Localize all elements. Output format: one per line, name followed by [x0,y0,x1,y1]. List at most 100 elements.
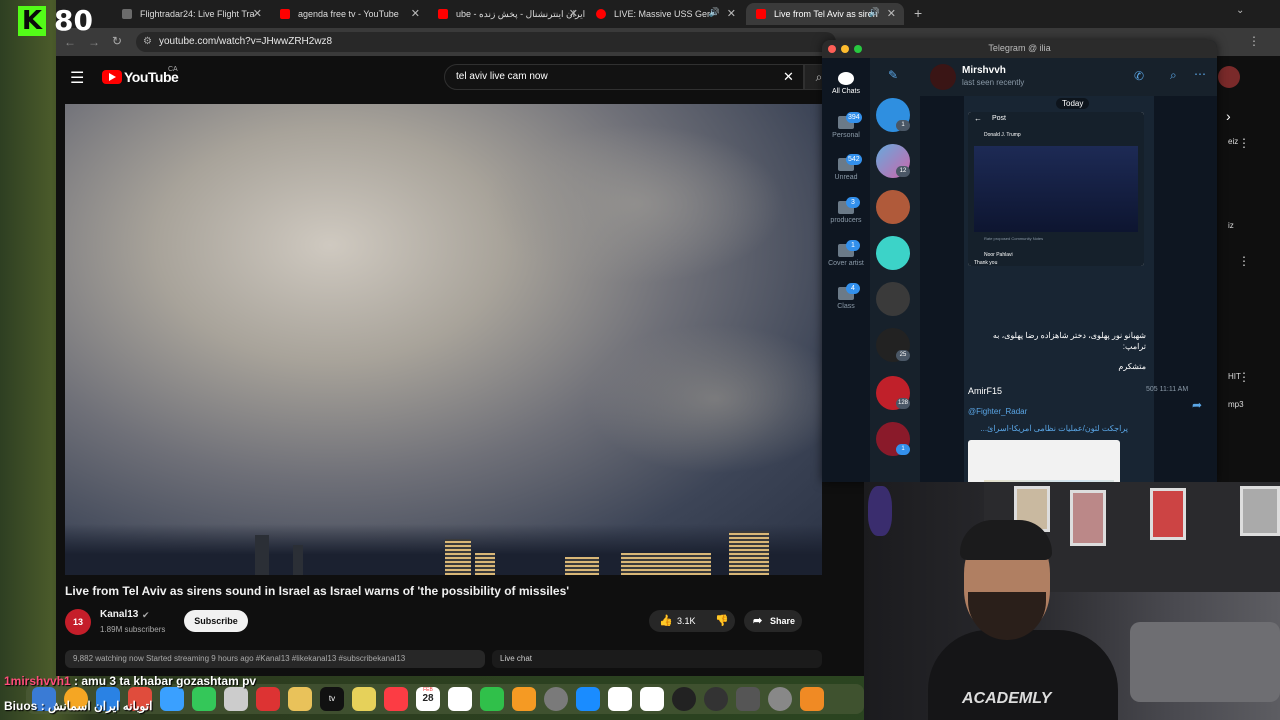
url-text: youtube.com/watch?v=JHwwZRH2wz8 [159,36,333,47]
unread-badge: 1 [896,444,910,455]
folder-unread[interactable]: 542 Unread [822,154,870,181]
share-label: Share [770,616,796,626]
more-vert-icon[interactable]: ⋮ [1238,370,1250,384]
chat-text: : amu 3 ta khabar gozashtam pv [74,674,257,688]
video-player[interactable] [65,104,822,575]
tab-label: agenda free tv - YouTube [298,9,399,19]
facetime-icon[interactable] [192,687,216,711]
wall-poster [1070,490,1106,546]
live-chat-header[interactable]: Live chat [492,650,822,668]
contacts-icon[interactable] [224,687,248,711]
speaker-icon[interactable]: 🔊 [869,7,880,18]
hexagon-app-icon[interactable] [736,687,760,711]
unread-badge: 12 [896,166,910,177]
garageband-icon[interactable] [800,687,824,711]
chat-message: Biuos : اتوبانه ایران اسمانش [4,699,152,713]
chat-message: 1mirshvvh1 : amu 3 ta khabar gozashtam p… [4,674,256,688]
speaker-icon[interactable]: 🔊 [709,7,720,18]
tweet-reply-text: Thank you [974,260,998,266]
message-link[interactable]: پراجکت لئون/عملیات نظامی آمریکا-اسرائ... [968,424,1128,433]
phone-icon[interactable]: ✆ [1134,69,1144,83]
search-icon[interactable]: ⌕ [1170,68,1177,83]
folder-all-chats[interactable]: All Chats [822,72,870,95]
youtube-icon [756,9,766,19]
folder-class[interactable]: 4 Class [822,283,870,310]
chevron-down-icon[interactable]: ⌄ [1236,5,1244,16]
numbers-icon[interactable] [480,687,504,711]
tab-tel-aviv[interactable]: Live from Tel Aviv as siren 🔊 ✕ [746,3,904,25]
more-vert-icon[interactable]: ⋮ [1248,34,1260,48]
subscribe-button[interactable]: Subscribe [184,610,248,632]
obs-icon[interactable] [768,687,792,711]
building [565,557,599,575]
peer-name[interactable]: Mirshvvh [962,65,1006,76]
tab-iran-international[interactable]: ube - ایران اینترنشنال - پخش زنده ✕ [428,3,586,25]
app-store-icon[interactable] [576,687,600,711]
tab-agenda[interactable]: agenda free tv - YouTube ✕ [270,3,428,25]
thumbs-up-icon[interactable]: 👍 [659,614,673,627]
forward-icon[interactable]: ➦ [1192,398,1202,412]
folder-personal[interactable]: 394 Personal [822,112,870,139]
kick-logo-icon: K [18,6,46,36]
new-tab-button[interactable]: + [914,5,922,21]
maps-icon[interactable] [256,687,280,711]
more-vert-icon[interactable]: ⋮ [1238,254,1250,268]
forward-icon[interactable]: → [88,35,100,49]
thumbs-down-icon[interactable]: 👎 [715,614,729,627]
notion-icon[interactable] [608,687,632,711]
chevron-right-icon[interactable]: › [1226,108,1231,124]
close-icon[interactable]: ✕ [569,7,578,20]
share-button[interactable]: ➦ Share [744,610,802,632]
notes-icon[interactable] [288,687,312,711]
reload-icon[interactable]: ↻ [112,34,122,48]
chat-avatar[interactable] [876,236,910,270]
stickies-icon[interactable] [352,687,376,711]
user-avatar[interactable] [1218,66,1240,88]
chat-avatar[interactable] [876,282,910,316]
audio-app-icon[interactable] [672,687,696,711]
mail-icon[interactable] [160,687,184,711]
tab-flightradar[interactable]: Flightradar24: Live Flight Tra ✕ [112,3,270,25]
close-icon[interactable]: ✕ [727,7,736,20]
search-input[interactable]: tel aviv live cam now ✕ [444,64,804,90]
more-horiz-icon[interactable]: ⋯ [1194,67,1206,81]
source-link[interactable]: @Fighter_Radar [968,407,1027,416]
more-vert-icon[interactable]: ⋮ [1238,136,1250,150]
post-header: ← Post [968,112,1144,126]
map-screenshot[interactable] [968,440,1120,482]
tv-icon[interactable]: tv [320,687,344,711]
system-settings-icon[interactable] [544,687,568,711]
chat-avatar[interactable] [876,190,910,224]
calendar-icon[interactable]: FEB 28 [416,687,440,711]
message-sender: AmirF15 [968,386,1003,396]
tweet-screenshot[interactable]: ← Post Donald J. Trump Rate proposed Com… [968,112,1144,266]
channel-name[interactable]: Kanal13 [100,609,138,620]
message-caption: شهبانو نور پهلوی، دختر شاهزاده رضا پهلوی… [992,331,1146,351]
tweet-reply-author: Noor Pahlavi [984,252,1013,258]
music-icon[interactable] [384,687,408,711]
audio-app-icon[interactable] [704,687,728,711]
back-icon[interactable]: ← [64,35,76,49]
close-icon[interactable]: ✕ [253,7,262,20]
pages-icon[interactable] [512,687,536,711]
notion-calendar-icon[interactable] [640,687,664,711]
message-bubble[interactable]: ← Post Donald J. Trump Rate proposed Com… [964,96,1154,482]
close-icon[interactable]: ✕ [887,7,896,20]
close-icon[interactable]: ✕ [783,69,794,85]
channel-avatar[interactable]: 13 [65,609,91,635]
compose-icon[interactable]: ✎ [888,68,898,82]
hamburger-menu-icon[interactable]: ☰ [70,68,84,88]
tab-uss[interactable]: LIVE: Massive USS Ger 🔊 ✕ [586,3,744,25]
peer-avatar[interactable] [930,64,956,90]
site-info-icon[interactable]: ⚙ [143,36,152,47]
video-description-bar[interactable]: 9,882 watching now Started streaming 9 h… [65,650,485,668]
folder-producers[interactable]: 3 producers [822,197,870,224]
guitar [868,486,892,536]
news-icon[interactable] [448,687,472,711]
unread-badge: 542 [846,154,862,165]
close-icon[interactable]: ✕ [411,7,420,20]
youtube-logo-icon[interactable] [102,70,122,84]
like-count[interactable]: 3.1K [677,616,696,626]
folder-cover-artist[interactable]: 1 Cover artist [822,240,870,267]
address-bar[interactable]: ⚙ youtube.com/watch?v=JHwwZRH2wz8 [136,32,836,52]
